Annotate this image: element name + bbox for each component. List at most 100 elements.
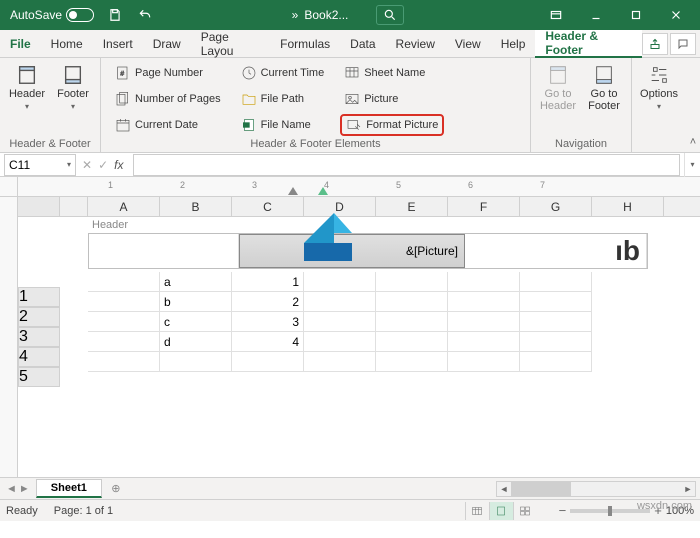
cell-b4[interactable]: d	[160, 332, 232, 352]
tab-file[interactable]: File	[0, 30, 41, 58]
scroll-right-icon[interactable]: ►	[681, 484, 695, 494]
tab-draw[interactable]: Draw	[143, 30, 191, 58]
close-icon[interactable]	[656, 0, 696, 30]
scrollbar-thumb[interactable]	[511, 482, 571, 496]
search-box[interactable]	[376, 5, 404, 25]
ribbon-display-icon[interactable]	[536, 0, 576, 30]
status-bar: Ready Page: 1 of 1 − + 100%	[0, 499, 700, 521]
sheet-name-button[interactable]: Sheet Name	[340, 62, 444, 84]
options-button[interactable]: Options ▾	[636, 60, 682, 136]
row-header-4[interactable]: 4	[18, 347, 60, 367]
vertical-ruler[interactable]	[0, 197, 18, 477]
header-button[interactable]: Header ▾	[4, 60, 50, 136]
tab-data[interactable]: Data	[340, 30, 385, 58]
collapse-ribbon-icon[interactable]: ˄	[686, 58, 700, 152]
comments-icon[interactable]	[670, 33, 696, 55]
autosave-label: AutoSave	[10, 8, 62, 22]
tab-insert[interactable]: Insert	[93, 30, 143, 58]
spreadsheet-grid[interactable]: A B C D E F G H 1 2 3 4 5 Header &[Pictu…	[0, 197, 700, 477]
goto-footer-button[interactable]: Go to Footer	[581, 60, 627, 136]
header-edit-area[interactable]: &[Picture] ıb	[88, 233, 648, 269]
col-header-b[interactable]: B	[160, 197, 232, 216]
select-all-corner[interactable]	[18, 197, 60, 216]
file-path-button[interactable]: File Path	[237, 88, 329, 110]
table-row[interactable]: c 3	[88, 312, 648, 332]
row-header-3[interactable]: 3	[18, 327, 60, 347]
tab-formulas[interactable]: Formulas	[270, 30, 340, 58]
header-left-section[interactable]	[89, 234, 239, 268]
cell-b3[interactable]: c	[160, 312, 232, 332]
scroll-left-icon[interactable]: ◄	[497, 484, 511, 494]
minimize-icon[interactable]	[576, 0, 616, 30]
number-of-pages-label: Number of Pages	[135, 93, 221, 105]
goto-footer-label: Go to Footer	[581, 88, 627, 112]
maximize-icon[interactable]	[616, 0, 656, 30]
cell-b2[interactable]: b	[160, 292, 232, 312]
sheet-nav-next-icon[interactable]: ►	[19, 483, 30, 495]
cell-c1[interactable]: 1	[232, 272, 304, 292]
tab-page-layout[interactable]: Page Layou	[191, 30, 270, 58]
table-row[interactable]: b 2	[88, 292, 648, 312]
current-date-button[interactable]: Current Date	[111, 114, 225, 136]
sheet-tab-sheet1[interactable]: Sheet1	[36, 479, 102, 498]
col-header-e[interactable]: E	[376, 197, 448, 216]
header-right-section[interactable]: ıb	[465, 234, 647, 268]
horizontal-scrollbar[interactable]: ◄ ►	[496, 481, 696, 497]
cell-c4[interactable]: 4	[232, 332, 304, 352]
sheet-nav-prev-icon[interactable]: ◄	[6, 483, 17, 495]
table-row[interactable]: a 1	[88, 272, 648, 292]
watermark-text: wsxdn.com	[637, 500, 692, 512]
more-icon[interactable]: »	[292, 8, 297, 22]
status-ready: Ready	[6, 505, 38, 517]
tab-home[interactable]: Home	[41, 30, 93, 58]
row-header-1[interactable]: 1	[18, 287, 60, 307]
name-box-value: C11	[9, 158, 30, 172]
cell-c2[interactable]: 2	[232, 292, 304, 312]
undo-icon[interactable]	[130, 0, 160, 30]
add-sheet-icon[interactable]: ⊕	[106, 479, 126, 499]
page-break-view-icon[interactable]	[513, 502, 537, 520]
col-header-a[interactable]: A	[88, 197, 160, 216]
current-time-button[interactable]: Current Time	[237, 62, 329, 84]
col-header-c[interactable]: C	[232, 197, 304, 216]
share-icon[interactable]	[642, 33, 668, 55]
autosave-toggle[interactable]: AutoSave	[4, 8, 100, 22]
picture-button[interactable]: Picture	[340, 88, 444, 110]
normal-view-icon[interactable]	[465, 502, 489, 520]
enter-formula-icon: ✓	[98, 158, 108, 172]
chevron-down-icon: ▾	[71, 102, 75, 111]
formula-input[interactable]	[133, 154, 680, 176]
expand-formula-bar-icon[interactable]: ▾	[684, 153, 700, 177]
save-icon[interactable]	[100, 0, 130, 30]
cell-c3[interactable]: 3	[232, 312, 304, 332]
row-header-2[interactable]: 2	[18, 307, 60, 327]
tab-help[interactable]: Help	[491, 30, 536, 58]
row-header-5[interactable]: 5	[18, 367, 60, 387]
tab-review[interactable]: Review	[386, 30, 445, 58]
name-box[interactable]: C11 ▾	[4, 154, 76, 176]
ruler: 1 2 3 4 5 6 7	[0, 177, 700, 197]
picture-label: Picture	[364, 93, 398, 105]
col-header-f[interactable]: F	[448, 197, 520, 216]
table-row[interactable]: d 4	[88, 332, 648, 352]
page-number-button[interactable]: #Page Number	[111, 62, 225, 84]
tab-header-footer[interactable]: Header & Footer	[535, 30, 642, 58]
col-header-g[interactable]: G	[520, 197, 592, 216]
chevron-down-icon[interactable]: ▾	[67, 160, 71, 169]
format-picture-button[interactable]: Format Picture	[340, 114, 444, 136]
horizontal-ruler[interactable]: 1 2 3 4 5 6 7	[18, 177, 700, 196]
page-layout-view-icon[interactable]	[489, 502, 513, 520]
footer-button[interactable]: Footer ▾	[50, 60, 96, 136]
sheet-tab-bar: ◄ ► Sheet1 ⊕ ◄ ►	[0, 477, 700, 499]
col-header-h[interactable]: H	[592, 197, 664, 216]
fx-icon[interactable]: fx	[114, 158, 123, 172]
number-of-pages-button[interactable]: Number of Pages	[111, 88, 225, 110]
cell-b1[interactable]: a	[160, 272, 232, 292]
file-name-button[interactable]: File Name	[237, 114, 329, 136]
title-bar: AutoSave » Book2...	[0, 0, 700, 30]
table-row[interactable]	[88, 352, 648, 372]
tab-view[interactable]: View	[445, 30, 491, 58]
zoom-out-icon[interactable]: −	[559, 503, 567, 518]
row-headers[interactable]: 1 2 3 4 5	[18, 287, 60, 387]
page-number-label: Page Number	[135, 67, 203, 79]
